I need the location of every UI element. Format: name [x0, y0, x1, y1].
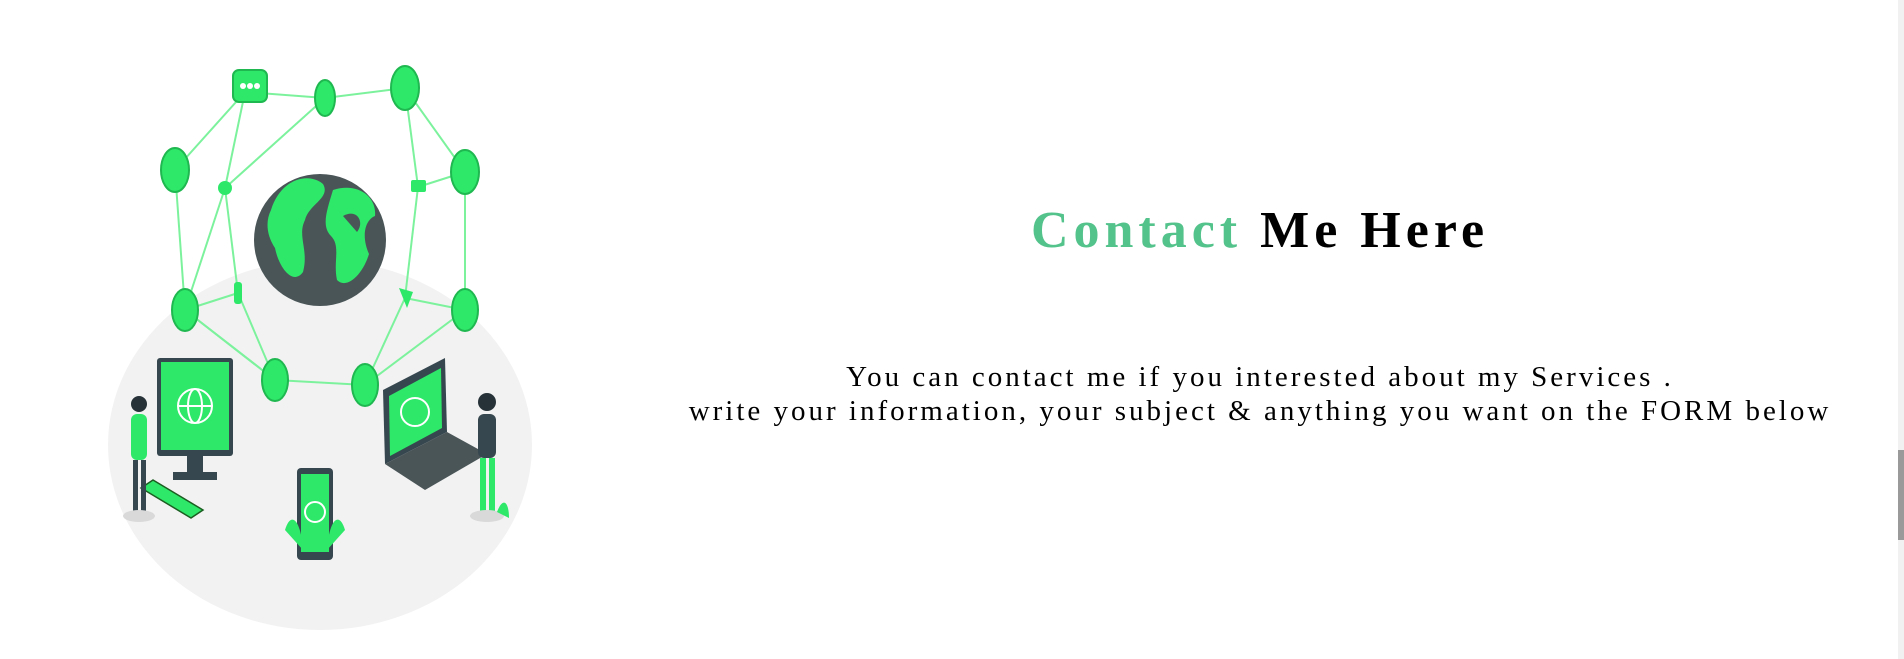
heading-accent-text: Contact: [1030, 202, 1243, 259]
connected-world-illustration-icon: [108, 65, 532, 630]
connected-world-illustration: [95, 40, 555, 630]
scrollbar-thumb[interactable]: [1898, 450, 1904, 540]
description-line-2: write your information, your subject & a…: [688, 395, 1832, 428]
contact-content: Contact Me Here You can contact me if yo…: [640, 200, 1880, 428]
description-line-1: You can contact me if you interested abo…: [846, 361, 1674, 394]
contact-heading: Contact Me Here: [640, 200, 1880, 262]
contact-section: Contact Me Here You can contact me if yo…: [0, 0, 1904, 659]
contact-description: You can contact me if you interested abo…: [640, 360, 1880, 428]
page-scrollbar[interactable]: [1898, 0, 1904, 659]
heading-rest-text: Me Here: [1260, 202, 1490, 259]
